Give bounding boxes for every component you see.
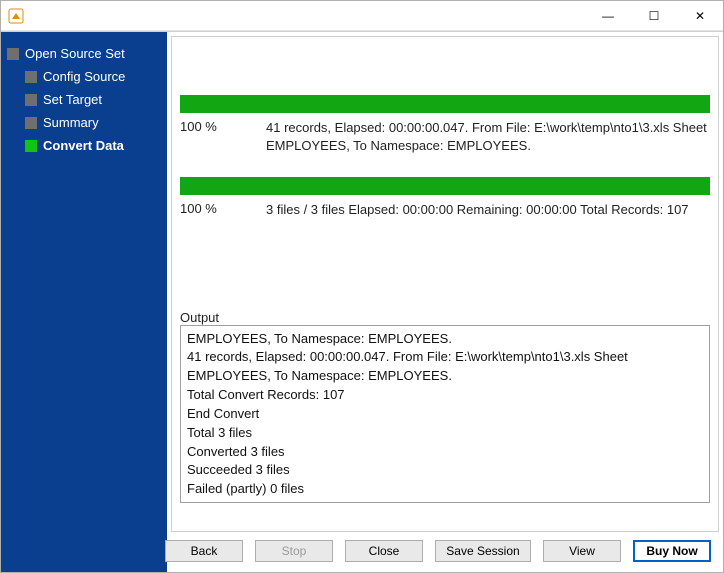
file-progress-percent: 100 % bbox=[180, 119, 266, 155]
file-progress-block: 100 % 41 records, Elapsed: 00:00:00.047.… bbox=[180, 95, 710, 155]
save-session-button[interactable]: Save Session bbox=[435, 540, 531, 562]
total-progress-bar bbox=[180, 177, 710, 195]
tree-item-label: Summary bbox=[43, 115, 99, 130]
window-controls: — ☐ ✕ bbox=[585, 1, 723, 30]
total-progress-details: 3 files / 3 files Elapsed: 00:00:00 Rema… bbox=[266, 201, 710, 219]
wizard-sidebar: Open Source Set Config Source Set Target… bbox=[1, 32, 167, 572]
button-row: Back Stop Close Save Session View Buy No… bbox=[171, 532, 719, 568]
minimize-button[interactable]: — bbox=[585, 1, 631, 30]
tree-item-convert-data[interactable]: Convert Data bbox=[25, 134, 161, 157]
app-icon bbox=[7, 7, 25, 25]
total-progress-block: 100 % 3 files / 3 files Elapsed: 00:00:0… bbox=[180, 177, 710, 219]
body: Open Source Set Config Source Set Target… bbox=[1, 31, 723, 572]
output-label: Output bbox=[180, 310, 710, 325]
minimize-icon: — bbox=[602, 9, 614, 23]
app-window: — ☐ ✕ Open Source Set Config Source bbox=[0, 0, 724, 573]
maximize-icon: ☐ bbox=[649, 9, 660, 23]
node-icon bbox=[25, 71, 37, 83]
tree-root: Open Source Set Config Source Set Target… bbox=[7, 42, 161, 157]
tree-item-label: Config Source bbox=[43, 69, 125, 84]
close-icon: ✕ bbox=[695, 9, 705, 23]
output-textarea[interactable]: EMPLOYEES, To Namespace: EMPLOYEES. 41 r… bbox=[180, 325, 710, 503]
tree-item-set-target[interactable]: Set Target bbox=[25, 88, 161, 111]
node-icon bbox=[25, 140, 37, 152]
tree-item-label: Convert Data bbox=[43, 138, 124, 153]
titlebar: — ☐ ✕ bbox=[1, 1, 723, 31]
buy-now-button[interactable]: Buy Now bbox=[633, 540, 711, 562]
close-window-button[interactable]: ✕ bbox=[677, 1, 723, 30]
node-icon bbox=[25, 117, 37, 129]
tree-root-item[interactable]: Open Source Set bbox=[7, 42, 161, 65]
stop-button[interactable]: Stop bbox=[255, 540, 333, 562]
file-progress-bar bbox=[180, 95, 710, 113]
titlebar-left bbox=[7, 7, 31, 25]
tree-root-label: Open Source Set bbox=[25, 46, 125, 61]
tree-item-config-source[interactable]: Config Source bbox=[25, 65, 161, 88]
total-progress-row: 100 % 3 files / 3 files Elapsed: 00:00:0… bbox=[180, 201, 710, 219]
node-icon bbox=[7, 48, 19, 60]
back-button[interactable]: Back bbox=[165, 540, 243, 562]
tree-item-label: Set Target bbox=[43, 92, 102, 107]
main-panel: 100 % 41 records, Elapsed: 00:00:00.047.… bbox=[167, 32, 723, 572]
view-button[interactable]: View bbox=[543, 540, 621, 562]
content-area: 100 % 41 records, Elapsed: 00:00:00.047.… bbox=[171, 36, 719, 532]
file-progress-row: 100 % 41 records, Elapsed: 00:00:00.047.… bbox=[180, 119, 710, 155]
maximize-button[interactable]: ☐ bbox=[631, 1, 677, 30]
total-progress-percent: 100 % bbox=[180, 201, 266, 219]
file-progress-details: 41 records, Elapsed: 00:00:00.047. From … bbox=[266, 119, 710, 155]
close-button[interactable]: Close bbox=[345, 540, 423, 562]
tree-item-summary[interactable]: Summary bbox=[25, 111, 161, 134]
node-icon bbox=[25, 94, 37, 106]
